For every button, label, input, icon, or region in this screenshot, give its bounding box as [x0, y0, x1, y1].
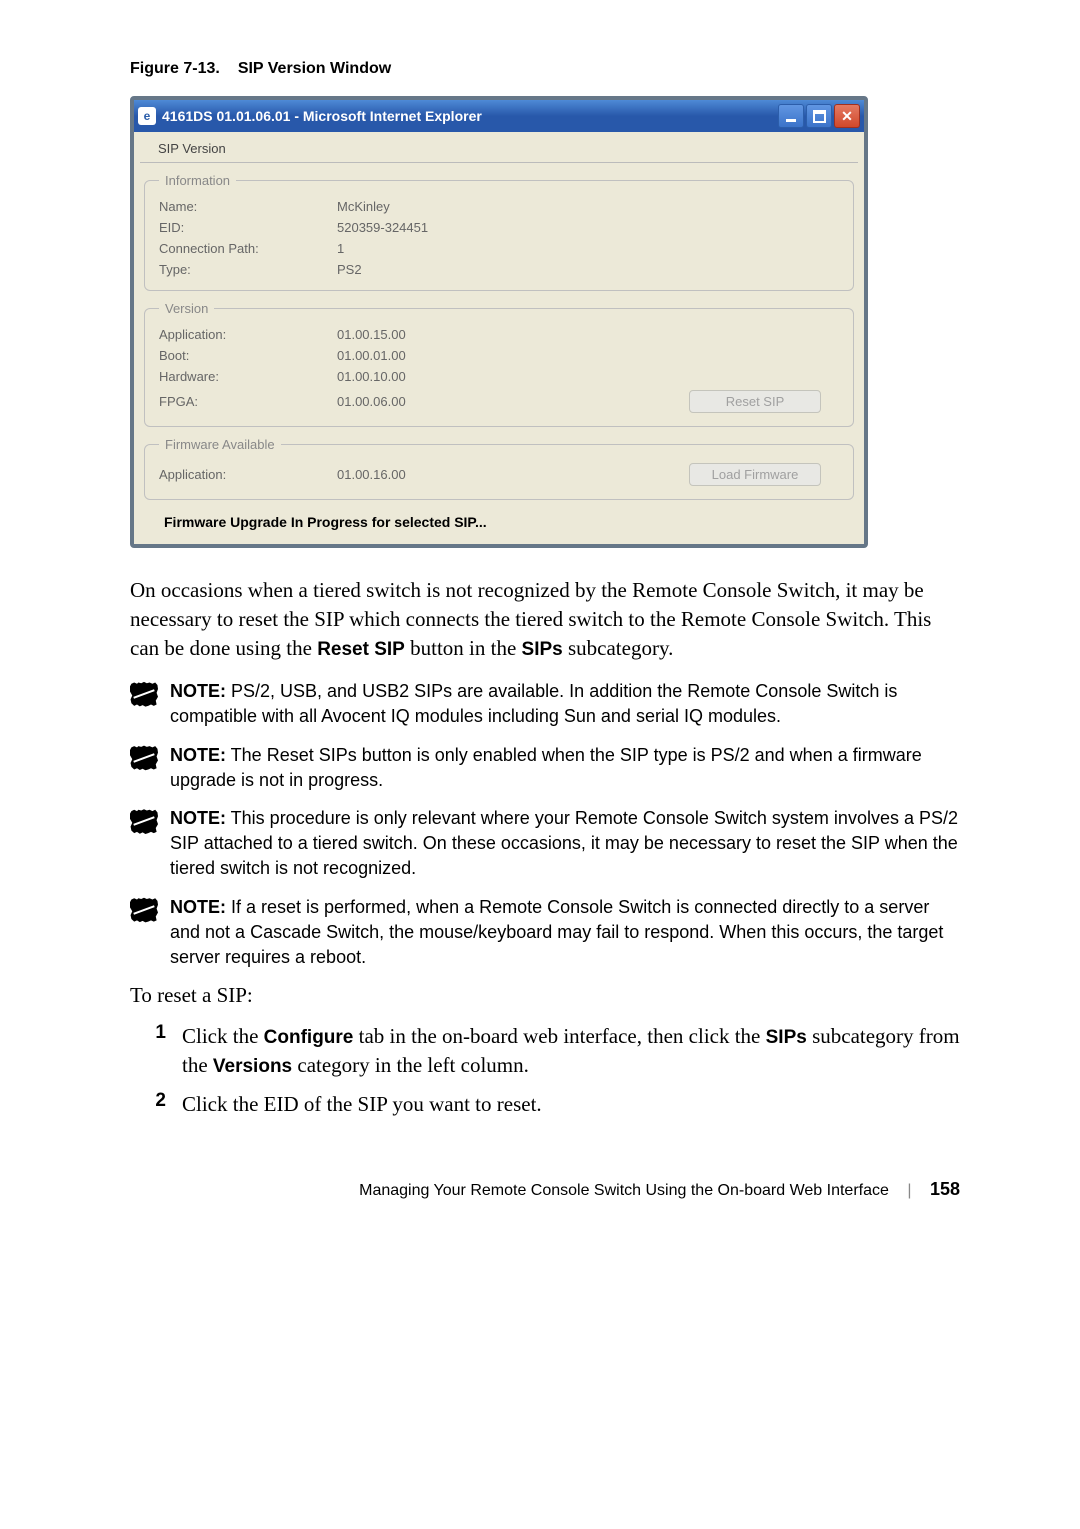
note-2: NOTE: The Reset SIPs button is only enab…	[130, 743, 960, 793]
information-group: Information Name: McKinley EID: 520359-3…	[144, 173, 854, 291]
name-label: Name:	[159, 199, 337, 214]
name-value: McKinley	[337, 199, 839, 214]
step-number: 2	[130, 1090, 182, 1112]
information-legend: Information	[159, 173, 236, 188]
version-legend: Version	[159, 301, 214, 316]
figure-title: SIP Version Window	[238, 60, 391, 77]
step-1: 1 Click the Configure tab in the on-boar…	[130, 1022, 960, 1080]
window-title: 4161DS 01.01.06.01 - Microsoft Internet …	[162, 108, 778, 124]
application-label: Application:	[159, 327, 337, 342]
note-text: The Reset SIPs button is only enabled wh…	[170, 745, 922, 790]
connection-path-value: 1	[337, 241, 839, 256]
figure-label: Figure 7-13.	[130, 60, 220, 77]
step-number: 1	[130, 1022, 182, 1044]
titlebar: e 4161DS 01.01.06.01 - Microsoft Interne…	[134, 100, 864, 132]
connection-path-label: Connection Path:	[159, 241, 337, 256]
maximize-button[interactable]	[806, 104, 832, 128]
ie-icon: e	[138, 107, 156, 125]
to-reset-heading: To reset a SIP:	[130, 983, 960, 1008]
eid-label: EID:	[159, 220, 337, 235]
hardware-label: Hardware:	[159, 369, 337, 384]
note-text: PS/2, USB, and USB2 SIPs are available. …	[170, 681, 897, 726]
application-value: 01.00.15.00	[337, 327, 839, 342]
page-number: 158	[930, 1179, 960, 1199]
firmware-available-legend: Firmware Available	[159, 437, 281, 452]
reset-sip-button[interactable]: Reset SIP	[689, 390, 821, 413]
type-value: PS2	[337, 262, 839, 277]
note-4: NOTE: If a reset is performed, when a Re…	[130, 895, 960, 969]
note-icon	[130, 745, 158, 771]
minimize-button[interactable]	[778, 104, 804, 128]
load-firmware-button[interactable]: Load Firmware	[689, 463, 821, 486]
note-icon	[130, 897, 158, 923]
paragraph-1: On occasions when a tiered switch is not…	[130, 576, 960, 663]
note-label: NOTE:	[170, 808, 226, 828]
fpga-label: FPGA:	[159, 394, 337, 409]
type-label: Type:	[159, 262, 337, 277]
figure-caption: Figure 7-13. SIP Version Window	[130, 60, 960, 78]
fw-application-label: Application:	[159, 467, 337, 482]
boot-value: 01.00.01.00	[337, 348, 839, 363]
boot-label: Boot:	[159, 348, 337, 363]
tab-header: SIP Version	[140, 138, 858, 163]
note-1: NOTE: PS/2, USB, and USB2 SIPs are avail…	[130, 679, 960, 729]
sip-version-window: e 4161DS 01.01.06.01 - Microsoft Interne…	[130, 96, 868, 548]
fw-application-value: 01.00.16.00	[337, 467, 689, 482]
note-icon	[130, 808, 158, 834]
note-label: NOTE:	[170, 745, 226, 765]
note-icon	[130, 681, 158, 707]
footer-text: Managing Your Remote Console Switch Usin…	[359, 1182, 889, 1199]
status-message: Firmware Upgrade In Progress for selecte…	[164, 514, 858, 530]
note-3: NOTE: This procedure is only relevant wh…	[130, 806, 960, 880]
hardware-value: 01.00.10.00	[337, 369, 839, 384]
eid-value: 520359-324451	[337, 220, 839, 235]
note-text: This procedure is only relevant where yo…	[170, 808, 958, 878]
firmware-available-group: Firmware Available Application: 01.00.16…	[144, 437, 854, 500]
note-label: NOTE:	[170, 681, 226, 701]
version-group: Version Application: 01.00.15.00 Boot: 0…	[144, 301, 854, 427]
note-label: NOTE:	[170, 897, 226, 917]
close-button[interactable]: ✕	[834, 104, 860, 128]
step-2: 2 Click the EID of the SIP you want to r…	[130, 1090, 960, 1119]
fpga-value: 01.00.06.00	[337, 394, 689, 409]
page-footer: Managing Your Remote Console Switch Usin…	[130, 1179, 960, 1200]
note-text: If a reset is performed, when a Remote C…	[170, 897, 943, 967]
